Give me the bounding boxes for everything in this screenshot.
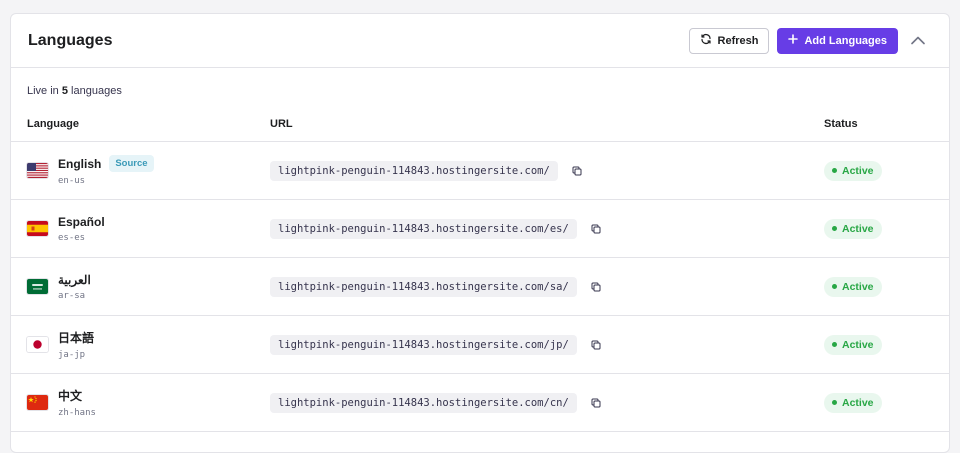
languages-card: Languages Refresh Add Languages Live in … [10,13,950,453]
status-badge: Active [824,334,882,355]
status-label: Active [842,280,874,293]
live-count: 5 [61,85,68,97]
language-cell: 中文 zh-hans [27,387,270,418]
us-flag-icon [27,163,48,178]
status-dot-icon [832,342,837,348]
table-header: Language URL Status [11,106,949,142]
url-cell: lightpink-penguin-114843.hostingersite.c… [270,334,824,355]
url-cell: lightpink-penguin-114843.hostingersite.c… [270,218,824,239]
copy-icon[interactable] [589,280,603,294]
column-header-language: Language [27,117,79,130]
copy-icon[interactable] [589,338,603,352]
status-dot-icon [832,226,837,232]
refresh-icon [700,33,712,48]
cn-flag-icon [27,395,48,410]
language-url[interactable]: lightpink-penguin-114843.hostingersite.c… [270,334,577,355]
language-name: English [58,156,102,171]
language-name: Español [58,214,105,229]
url-cell: lightpink-penguin-114843.hostingersite.c… [270,392,824,413]
live-prefix: Live in [27,85,59,97]
copy-icon[interactable] [589,396,603,410]
language-code: zh-hans [58,408,96,418]
status-cell: Active [824,334,933,355]
plus-icon [788,34,799,47]
table-row: 中文 zh-hans lightpink-penguin-114843.host… [11,374,949,432]
status-cell: Active [824,218,933,239]
status-cell: Active [824,160,933,181]
page-title: Languages [28,31,113,49]
live-suffix: languages [71,85,122,97]
language-cell: English Source en-us [27,155,270,186]
language-code: es-es [58,232,86,243]
status-badge: Active [824,218,882,239]
language-name: 中文 [58,389,83,403]
status-badge: Active [824,276,882,297]
language-url[interactable]: lightpink-penguin-114843.hostingersite.c… [270,160,558,181]
language-url[interactable]: lightpink-penguin-114843.hostingersite.c… [270,218,577,239]
status-dot-icon [832,284,837,290]
es-flag-icon [27,221,48,236]
language-code: en-us [58,176,86,186]
url-cell: lightpink-penguin-114843.hostingersite.c… [270,160,824,181]
chevron-up-icon [911,32,925,50]
status-cell: Active [824,276,933,297]
table-row: العربية ar-sa lightpink-penguin-114843.h… [11,258,949,316]
language-url[interactable]: lightpink-penguin-114843.hostingersite.c… [270,276,577,297]
jp-flag-icon [27,337,48,352]
status-label: Active [842,396,874,409]
copy-icon[interactable] [589,222,603,236]
column-header-status: Status [824,117,858,130]
refresh-button[interactable]: Refresh [688,27,770,54]
language-url[interactable]: lightpink-penguin-114843.hostingersite.c… [270,392,577,413]
table-row: English Source en-us lightpink-penguin-1… [11,142,949,200]
status-dot-icon [832,400,837,406]
status-label: Active [842,222,874,235]
status-badge: Active [824,392,882,413]
column-header-url: URL [270,117,293,130]
language-code: ja-jp [58,350,86,360]
status-cell: Active [824,392,933,413]
table-row: 日本語 ja-jp lightpink-penguin-114843.hosti… [11,316,949,374]
copy-icon[interactable] [570,164,584,178]
status-label: Active [842,164,874,177]
status-dot-icon [832,168,837,174]
table-row: Español es-es lightpink-penguin-114843.h… [11,200,949,258]
card-header: Languages Refresh Add Languages [11,14,949,68]
live-summary: Live in 5 languages [11,68,949,106]
add-languages-label: Add Languages [804,34,887,47]
language-cell: العربية ar-sa [27,273,270,301]
sa-flag-icon [27,279,48,294]
language-code: ar-sa [58,290,86,301]
refresh-label: Refresh [717,34,759,47]
language-name: 日本語 [58,331,95,345]
url-cell: lightpink-penguin-114843.hostingersite.c… [270,276,824,297]
status-label: Active [842,338,874,351]
add-languages-button[interactable]: Add Languages [777,27,898,54]
source-badge: Source [109,155,154,172]
collapse-button[interactable] [904,28,932,54]
language-cell: Español es-es [27,215,270,243]
language-cell: 日本語 ja-jp [27,329,270,360]
status-badge: Active [824,160,882,181]
language-name: العربية [58,272,91,287]
